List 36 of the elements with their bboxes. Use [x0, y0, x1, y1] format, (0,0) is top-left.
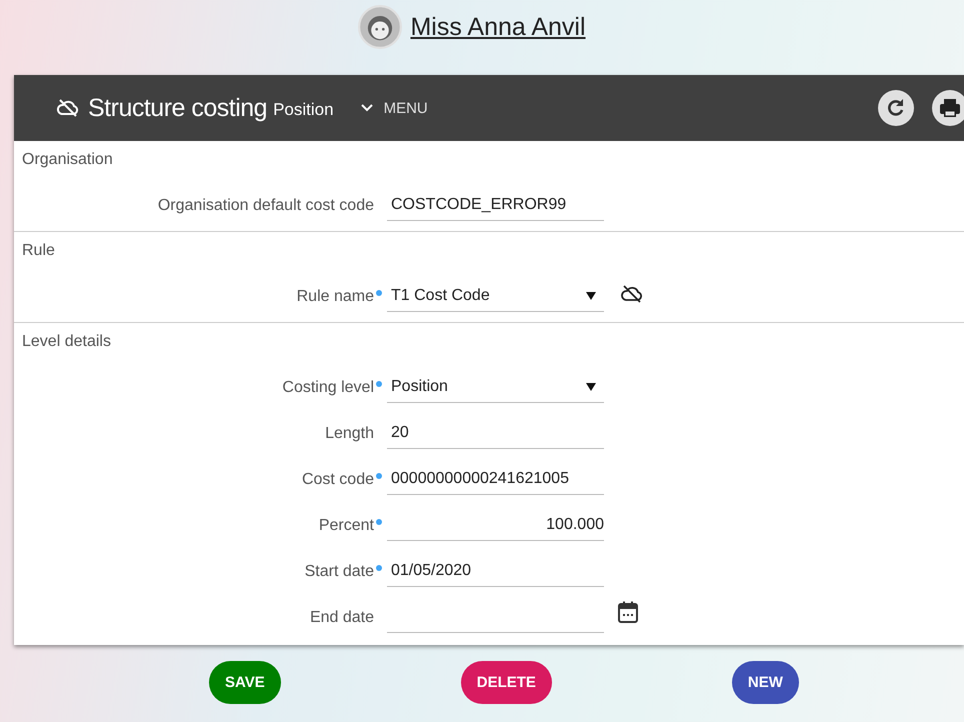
required-dot [376, 473, 382, 479]
print-icon[interactable] [932, 90, 964, 126]
field-label: Organisation default cost code [158, 197, 374, 215]
caret-icon [586, 382, 596, 392]
field-label: Percent [318, 517, 374, 535]
menu-button[interactable]: MENU [358, 100, 428, 116]
input-field[interactable]: 100.000 [387, 516, 604, 541]
page-title: Structure costing [88, 94, 268, 122]
section-title: Rule [21, 241, 56, 261]
caret-icon [586, 291, 596, 301]
select-field[interactable]: Position [387, 378, 604, 403]
required-dot [376, 290, 382, 296]
section-title: Level details [21, 332, 112, 352]
required-dot [376, 381, 382, 387]
action-button[interactable]: DELETE [460, 661, 552, 704]
calendar-icon[interactable] [618, 601, 638, 623]
field-label: End date [310, 609, 374, 627]
field-label: Rule name [296, 288, 374, 306]
input-field[interactable]: 01/05/2020 [387, 562, 604, 587]
field-label: Start date [304, 563, 374, 581]
section-title: Organisation [21, 150, 114, 170]
required-dot [376, 565, 382, 571]
user-name-link[interactable]: Miss Anna Anvil [410, 13, 586, 42]
field-label: Length [325, 425, 374, 443]
input-field[interactable]: 20 [387, 424, 604, 449]
required-dot [376, 519, 382, 525]
input-field[interactable]: 00000000000241621005 [387, 470, 604, 495]
refresh-icon[interactable] [878, 90, 914, 126]
action-button[interactable]: SAVE [209, 661, 281, 704]
input-field[interactable]: COSTCODE_ERROR99 [387, 196, 604, 221]
field-label: Cost code [302, 471, 374, 489]
page-subtitle: Position [273, 100, 334, 120]
action-button[interactable]: NEW [732, 661, 799, 704]
avatar-icon [358, 5, 402, 49]
select-field[interactable]: T1 Cost Code [387, 287, 604, 312]
field-label: Costing level [282, 379, 374, 397]
